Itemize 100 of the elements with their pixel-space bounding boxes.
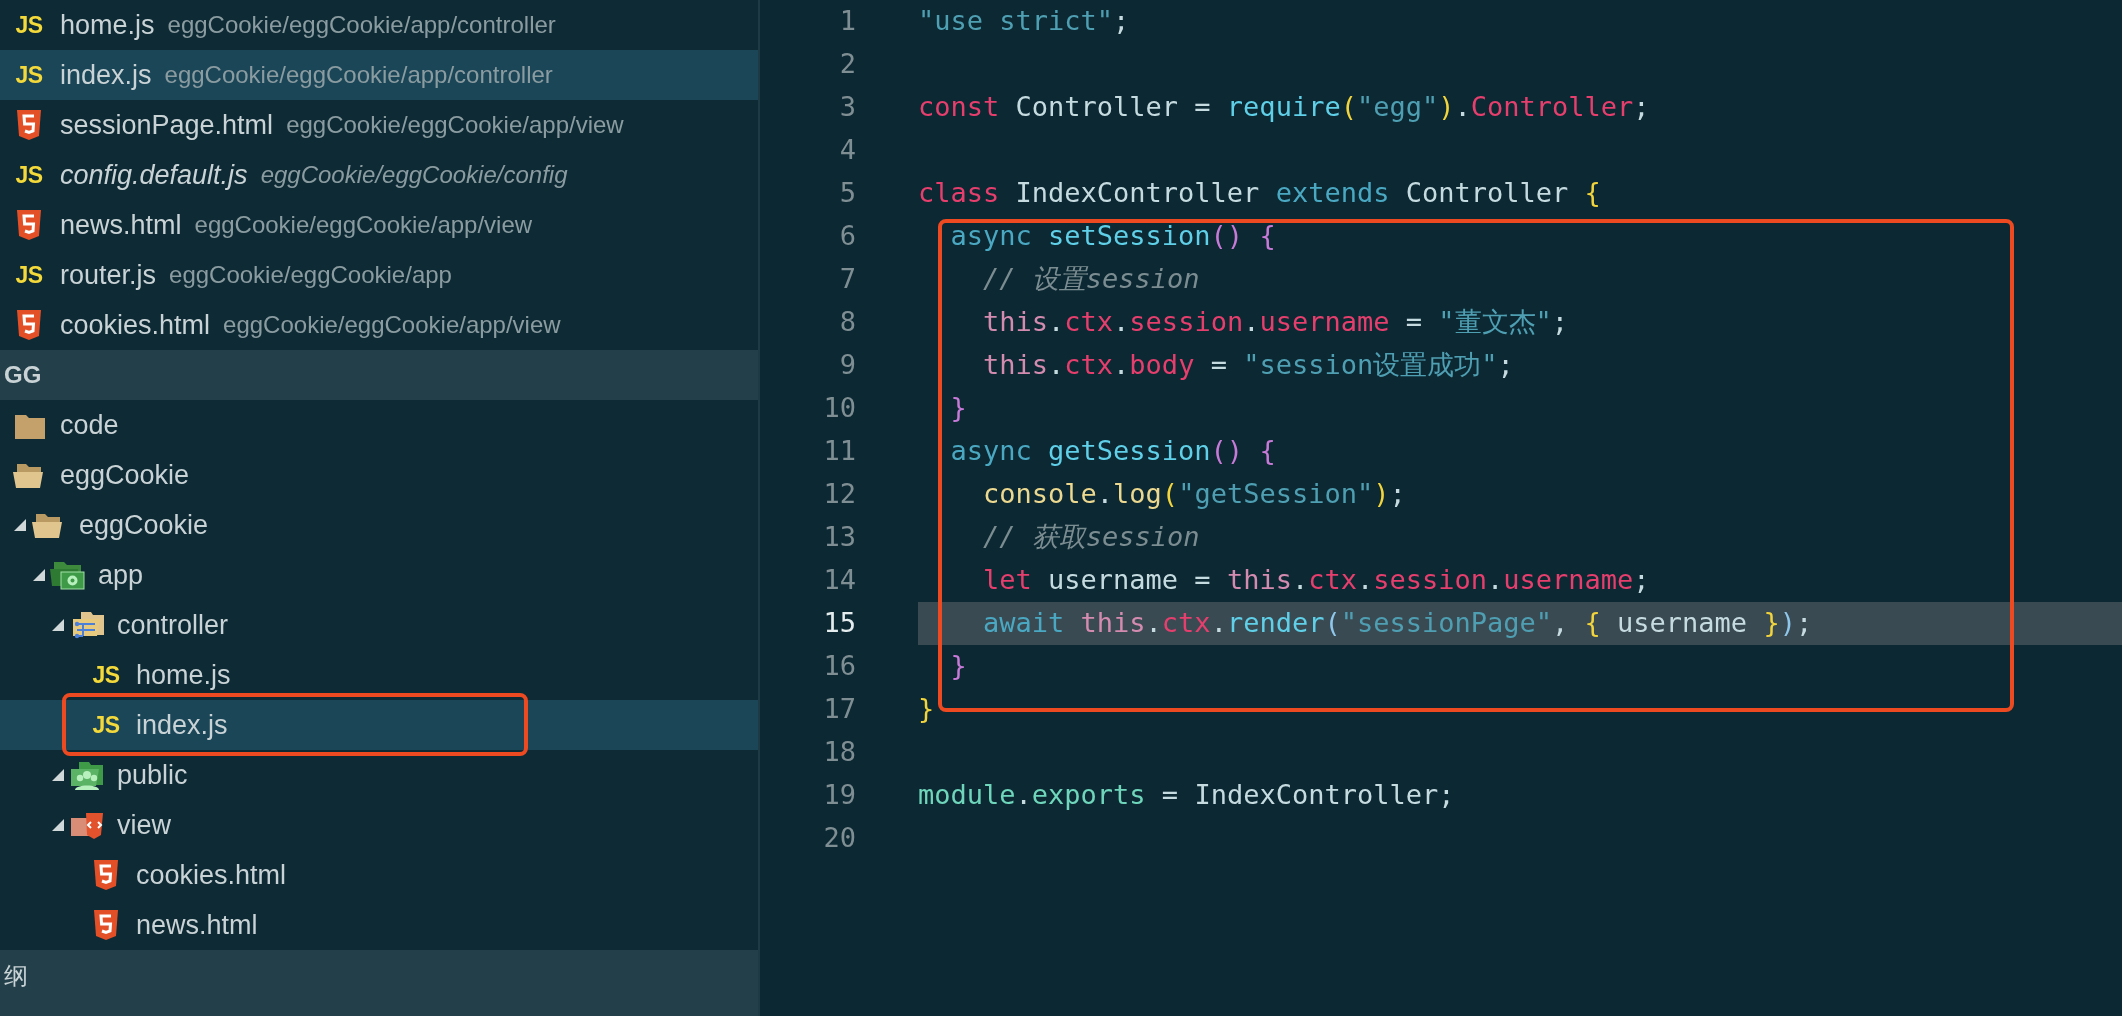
line-number: 17: [822, 692, 856, 727]
tree-item[interactable]: news.html: [0, 900, 758, 950]
line-number: 20: [822, 821, 856, 856]
tree-item-label: eggCookie: [60, 458, 190, 492]
line-number: 3: [838, 90, 856, 125]
file-name: sessionPage.html: [60, 108, 274, 142]
tree-item-label: cookies.html: [136, 858, 287, 892]
expand-arrow-icon[interactable]: [33, 569, 45, 581]
file-path: eggCookie/eggCookie/app/view: [194, 210, 533, 240]
folder-code-icon: [69, 810, 105, 840]
folder-people-icon: [69, 760, 105, 790]
tree-item-label: index.js: [136, 708, 228, 742]
code-line: console.log("getSession");: [982, 477, 1406, 512]
code-line: async getSession() {: [949, 434, 1276, 469]
tree-item-label: controller: [117, 608, 229, 642]
code-line: await this.ctx.render("sessionPage", { username });: [982, 606, 1813, 641]
expand-arrow-icon[interactable]: [52, 619, 64, 631]
tree-item[interactable]: view: [0, 800, 758, 850]
code-line: let username = this.ctx.session.username;: [982, 563, 1650, 598]
html5-icon: [94, 910, 118, 940]
html5-icon: [17, 210, 41, 240]
tree-item[interactable]: JS index.js: [0, 700, 758, 750]
open-editor-item[interactable]: JS home.js eggCookie/eggCookie/app/controller: [0, 0, 758, 50]
code-line: this.ctx.body = "session设置成功";: [982, 348, 1514, 383]
tree-item[interactable]: code: [0, 400, 758, 450]
code-line: module.exports = IndexController;: [918, 778, 1455, 813]
file-path: eggCookie/eggCookie/app/view: [286, 110, 624, 140]
code-line: "use strict";: [918, 4, 1130, 39]
line-number: 5: [838, 176, 856, 211]
open-editor-item[interactable]: JS router.js eggCookie/eggCookie/app: [0, 250, 758, 300]
section-header[interactable]: 纲: [4, 958, 28, 994]
expand-arrow-icon[interactable]: [52, 769, 64, 781]
open-editor-item[interactable]: news.html eggCookie/eggCookie/app/view: [0, 200, 758, 250]
tree-item[interactable]: public: [0, 750, 758, 800]
expand-arrow-icon[interactable]: [52, 819, 64, 831]
tree-item-label: view: [117, 808, 171, 842]
folder-gear-icon: [50, 560, 86, 590]
code-line: const Controller = require("egg").Controller;: [918, 90, 1650, 125]
code-line: }: [918, 692, 935, 727]
html5-icon: [17, 110, 41, 140]
file-type-label: JS: [91, 710, 121, 740]
file-name: cookies.html: [60, 308, 211, 342]
code-line: async setSession() {: [949, 219, 1276, 254]
file-type-label: JS: [14, 260, 44, 290]
line-number: 12: [822, 477, 856, 512]
file-path: eggCookie/eggCookie/config: [260, 160, 568, 190]
open-editor-item[interactable]: JS index.js eggCookie/eggCookie/app/controller: [0, 50, 758, 100]
line-number: 9: [838, 348, 856, 383]
file-path: eggCookie/eggCookie/app: [169, 260, 452, 290]
line-number: 19: [822, 778, 856, 813]
tree-item-label: eggCookie: [79, 508, 209, 542]
line-number: 15: [822, 606, 856, 641]
file-path: eggCookie/eggCookie/app/controller: [164, 60, 553, 90]
tree-item-label: public: [117, 758, 188, 792]
tree-item-label: news.html: [136, 908, 258, 942]
file-name: home.js: [60, 8, 155, 42]
file-path: eggCookie/eggCookie/app/controller: [167, 10, 556, 40]
line-number: 1: [838, 4, 856, 39]
open-editor-item[interactable]: sessionPage.html eggCookie/eggCookie/app/view: [0, 100, 758, 150]
code-line: }: [949, 649, 967, 684]
file-type-label: JS: [14, 60, 44, 90]
file-type-label: JS: [91, 660, 121, 690]
line-number: 16: [822, 649, 856, 684]
line-number: 7: [838, 262, 856, 297]
html5-icon: [17, 310, 41, 340]
code-line: // 设置session: [982, 262, 1200, 297]
code-line: }: [949, 391, 967, 426]
tree-item-label: app: [98, 558, 144, 592]
file-type-label: JS: [14, 160, 44, 190]
line-number: 6: [838, 219, 856, 254]
file-name: config.default.js: [60, 158, 248, 192]
line-number: 8: [838, 305, 856, 340]
line-number: 10: [822, 391, 856, 426]
tree-item[interactable]: eggCookie: [0, 450, 758, 500]
code-line: this.ctx.session.username = "董文杰";: [982, 305, 1569, 340]
line-number: 14: [822, 563, 856, 598]
file-path: eggCookie/eggCookie/app/view: [223, 310, 561, 340]
code-line: class IndexController extends Controller {: [918, 176, 1601, 211]
tree-item[interactable]: JS home.js: [0, 650, 758, 700]
code-line: // 获取session: [982, 520, 1200, 555]
tree-item[interactable]: app: [0, 550, 758, 600]
expand-arrow-icon[interactable]: [14, 519, 26, 531]
file-name: news.html: [60, 208, 182, 242]
open-editor-item[interactable]: JS config.default.js eggCookie/eggCookie/config: [0, 150, 758, 200]
file-type-label: JS: [14, 10, 44, 40]
line-number: 18: [822, 735, 856, 770]
tree-item-label: code: [60, 408, 119, 442]
line-number: 4: [838, 133, 856, 168]
line-number: 13: [822, 520, 856, 555]
file-name: router.js: [60, 258, 157, 292]
open-editor-item[interactable]: cookies.html eggCookie/eggCookie/app/view: [0, 300, 758, 350]
html5-icon: [94, 860, 118, 890]
line-number: 11: [822, 434, 856, 469]
tree-item[interactable]: eggCookie: [0, 500, 758, 550]
tree-item-label: home.js: [136, 658, 231, 692]
section-header[interactable]: GG: [4, 357, 42, 393]
tree-item[interactable]: cookies.html: [0, 850, 758, 900]
line-number: 2: [838, 47, 856, 82]
tree-item[interactable]: controller: [0, 600, 758, 650]
file-name: index.js: [60, 58, 152, 92]
